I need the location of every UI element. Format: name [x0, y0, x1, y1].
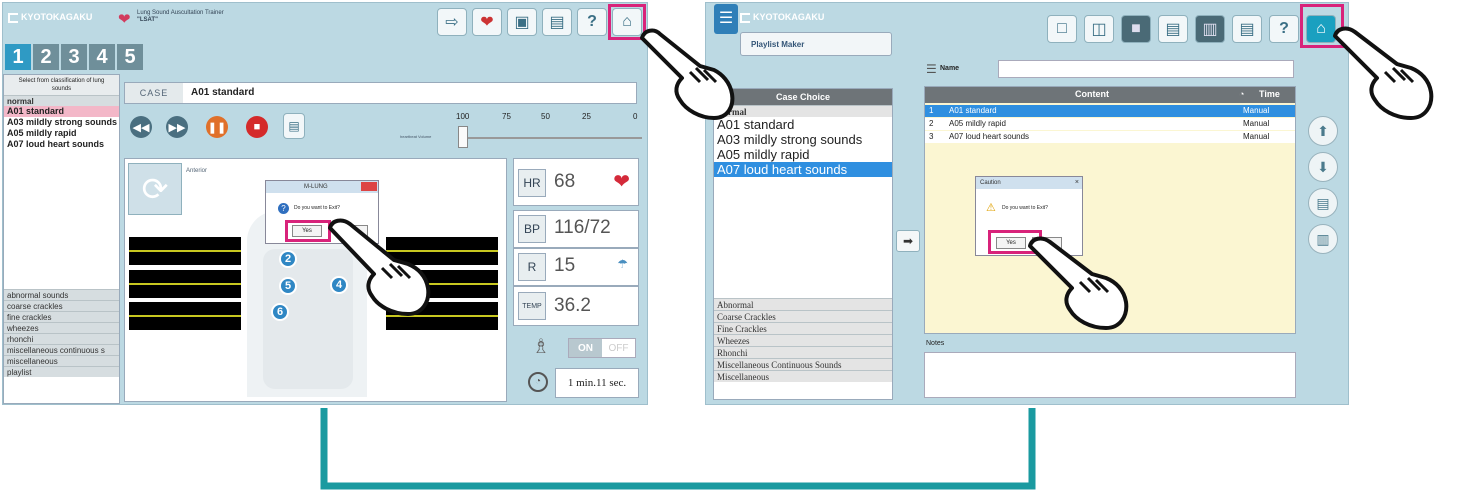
pointing-hand-icon [328, 218, 431, 316]
pointing-hand-icon [640, 28, 735, 120]
pointing-hand-icon [1333, 26, 1434, 120]
pointing-hand-icon [1028, 236, 1129, 330]
